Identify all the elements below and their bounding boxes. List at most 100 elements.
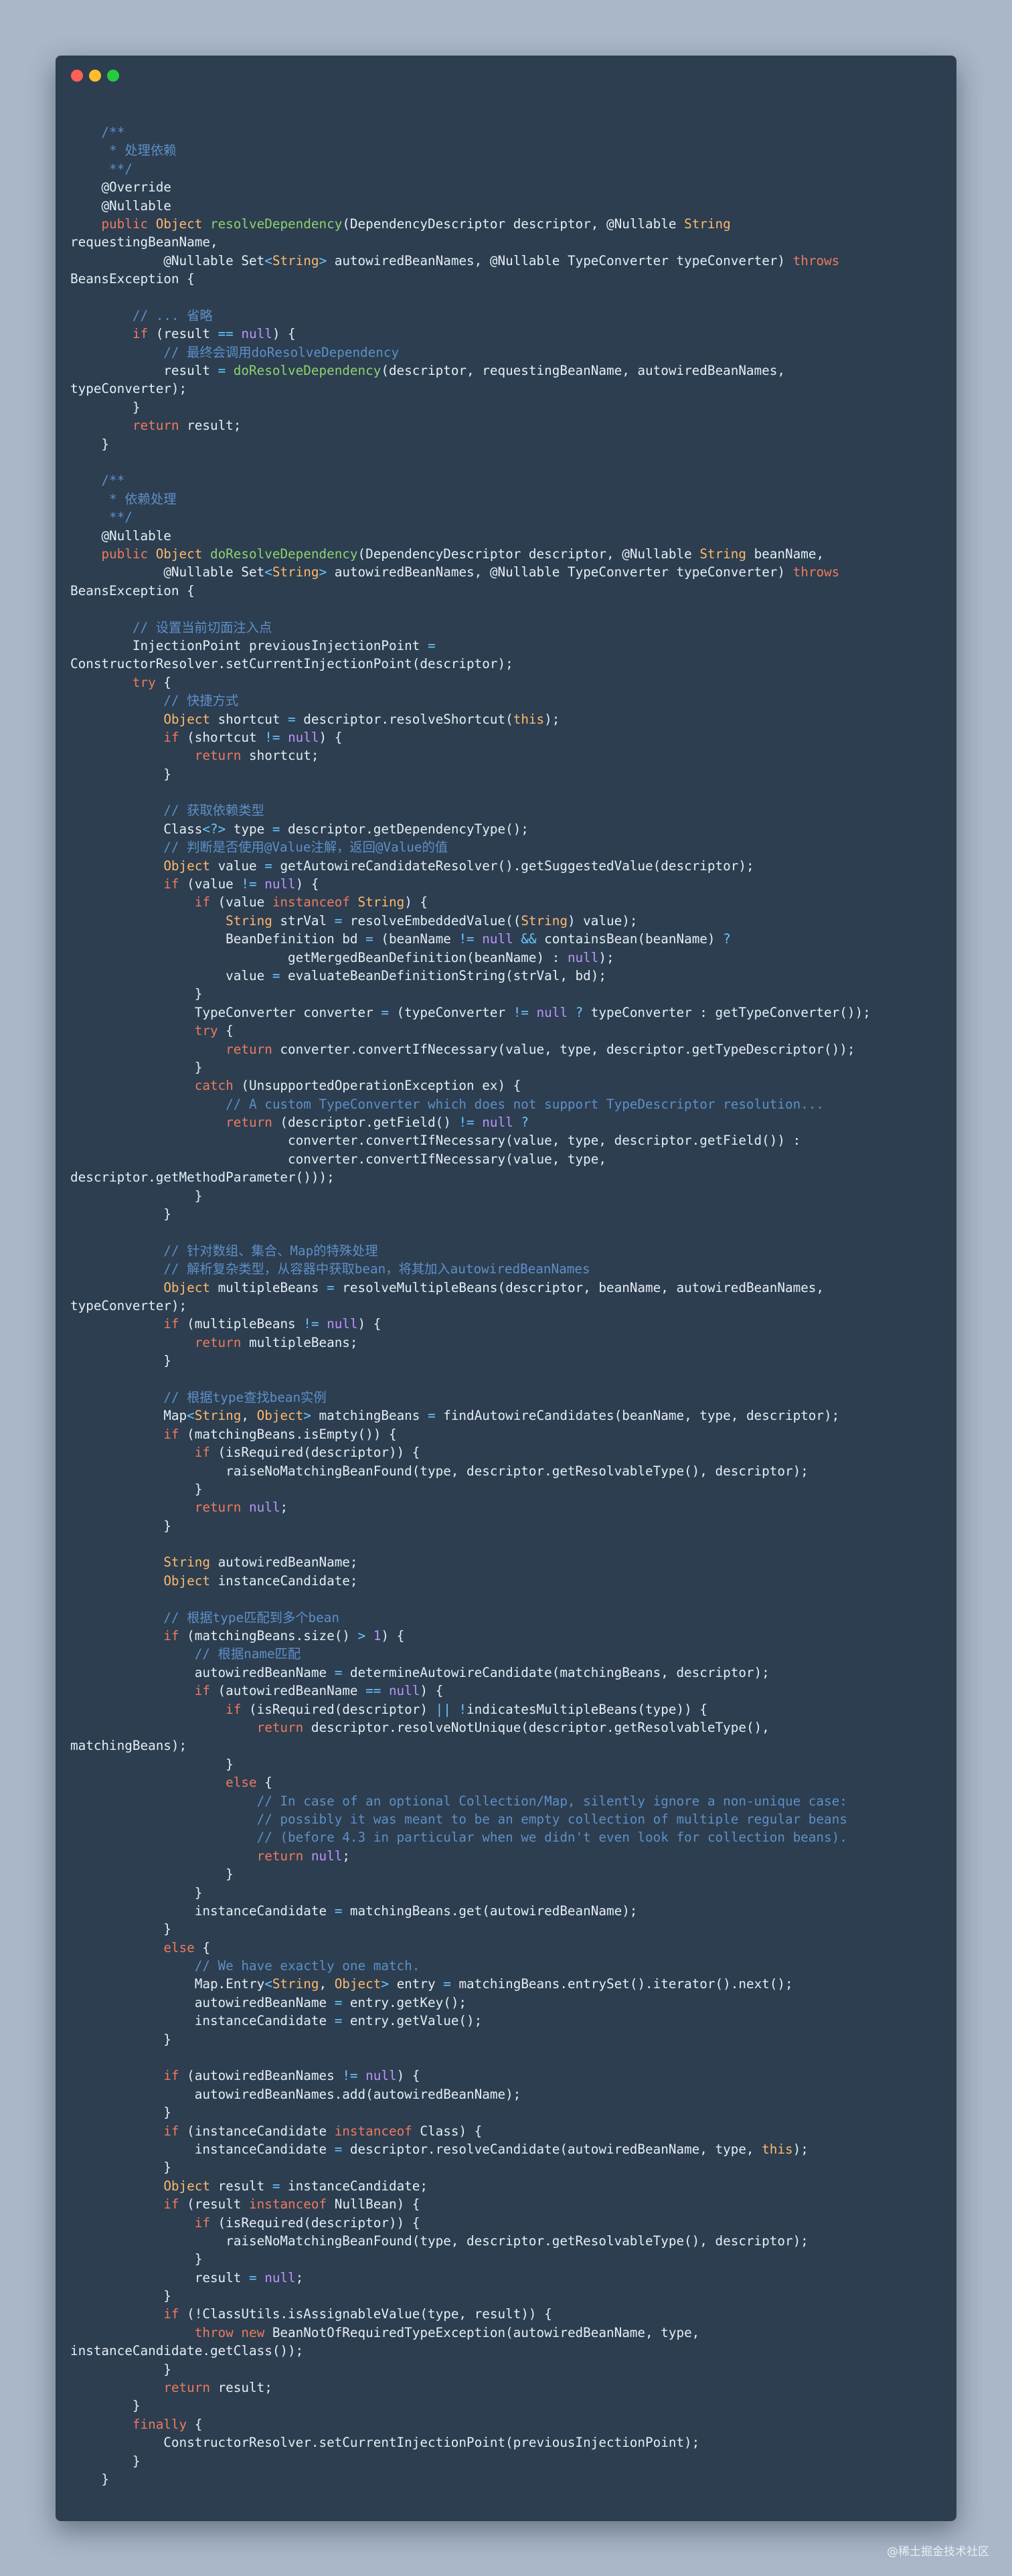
code-line: ConstructorResolver.setCurrentInjectionP…: [70, 2435, 700, 2451]
code-line: }: [70, 1921, 171, 1937]
code-line: if (autowiredBeanNames != null) {: [163, 2068, 420, 2084]
code-line: matchingBeans);: [70, 1738, 187, 1754]
code-window: /** * 处理依赖 **/ @Override @Nullable publi…: [56, 56, 956, 2521]
code-line: // A custom TypeConverter which does not…: [70, 1096, 825, 1112]
code-line: // 根据type查找bean实例: [70, 1389, 327, 1405]
code-line: autowiredBeanName = determineAutowireCan…: [70, 1664, 770, 1680]
code-line: autowiredBeanNames.add(autowiredBeanName…: [70, 2086, 521, 2102]
code-line: result = doResolveDependency(descriptor,…: [70, 363, 785, 379]
code-line: // 获取依赖类型: [70, 803, 264, 819]
code-line: value = evaluateBeanDefinitionString(str…: [70, 967, 606, 983]
code-line: if (result == null) {: [132, 326, 296, 342]
code-line: raiseNoMatchingBeanFound(type, descripto…: [70, 1463, 809, 1479]
window-titlebar: [56, 56, 956, 98]
code-line: if (result instanceof NullBean) {: [163, 2196, 420, 2212]
code-line: typeConverter);: [70, 381, 187, 397]
code-line: Object multipleBeans = resolveMultipleBe…: [163, 1279, 825, 1295]
close-window-icon[interactable]: [71, 70, 83, 82]
code-line: result = null;: [70, 2269, 304, 2285]
code-line: }: [70, 2251, 203, 2267]
code-line: }: [70, 1206, 171, 1222]
code-line: // 设置当前切面注入点: [70, 619, 272, 635]
maximize-window-icon[interactable]: [107, 70, 119, 82]
code-block: /** * 处理依赖 **/ @Override @Nullable publi…: [70, 123, 944, 2488]
code-line: BeansException {: [70, 582, 195, 598]
code-line: return multipleBeans;: [194, 1334, 358, 1350]
code-line: // 最终会调用doResolveDependency: [70, 344, 400, 360]
code-line: }: [70, 766, 171, 782]
code-line: return descriptor.resolveNotUnique(descr…: [256, 1719, 770, 1735]
code-line: // (before 4.3 in particular when we did…: [70, 1830, 847, 1846]
code-line: /**: [70, 473, 125, 489]
code-line: }: [70, 1481, 203, 1497]
code-line: if (matchingBeans.size() > 1) {: [163, 1628, 405, 1644]
code-line: if (matchingBeans.isEmpty()) {: [163, 1426, 397, 1442]
code-line: // 快捷方式: [70, 693, 239, 709]
code-line: }: [70, 2105, 171, 2121]
code-line: }: [70, 2288, 171, 2304]
code-line: else {: [226, 1775, 272, 1791]
code-line: if (shortcut != null) {: [163, 729, 343, 745]
code-line: return (descriptor.getField() != null ?: [226, 1115, 529, 1131]
code-line: Object instanceCandidate;: [163, 1573, 358, 1589]
code-line: }: [70, 1866, 234, 1882]
code-line: return null;: [194, 1500, 288, 1516]
code-line: return shortcut;: [194, 748, 319, 764]
code-line: // possibly it was meant to be an empty …: [70, 1811, 847, 1827]
code-line: // 根据name匹配: [70, 1646, 301, 1662]
code-line: // 根据type匹配到多个bean: [70, 1609, 339, 1625]
code-line: converter.convertIfNecessary(value, type…: [70, 1151, 606, 1167]
code-line: * 处理依赖: [70, 143, 177, 159]
code-line: }: [70, 2361, 171, 2377]
code-line: }: [70, 399, 141, 415]
code-line: return result;: [163, 2380, 272, 2396]
code-line: public Object resolveDependency(Dependen…: [101, 216, 731, 232]
code-line: try {: [132, 674, 171, 690]
code-line: throw new BeanNotOfRequiredTypeException…: [194, 2324, 700, 2340]
code-line: autowiredBeanName = entry.getKey();: [70, 1994, 467, 2010]
code-line: // 判断是否使用@Value注解，返回@Value的值: [70, 839, 448, 856]
code-line: instanceCandidate.getClass());: [70, 2343, 304, 2359]
code-line: @Override: [101, 179, 171, 195]
watermark-text: @稀土掘金技术社区: [887, 2545, 989, 2559]
code-line: if (instanceCandidate instanceof Class) …: [163, 2123, 483, 2139]
code-line: public Object doResolveDependency(Depend…: [101, 546, 825, 562]
code-line: @Nullable: [101, 528, 171, 544]
code-line: }: [70, 436, 110, 452]
code-line: Map.Entry<String, Object> entry = matchi…: [70, 1976, 793, 1992]
code-line: TypeConverter converter = (typeConverter…: [70, 1004, 871, 1020]
code-line: getMergedBeanDefinition(beanName) : null…: [70, 949, 614, 965]
code-line: String strVal = resolveEmbeddedValue((St…: [226, 912, 638, 929]
code-line: InjectionPoint previousInjectionPoint =: [70, 637, 436, 653]
code-line: }: [70, 1353, 171, 1369]
code-line: // ... 省略: [70, 307, 213, 323]
code-line: // 解析复杂类型，从容器中获取bean，将其加入autowiredBeanNa…: [70, 1261, 590, 1277]
code-line: // We have exactly one match.: [70, 1958, 420, 1974]
code-line: }: [70, 2031, 171, 2047]
code-line: }: [70, 986, 203, 1002]
code-line: @Nullable Set<String> autowiredBeanNames…: [163, 564, 840, 580]
code-line: descriptor.getMethodParameter()));: [70, 1170, 335, 1186]
minimize-window-icon[interactable]: [89, 70, 101, 82]
code-line: if (multipleBeans != null) {: [163, 1316, 382, 1332]
code-line: Object result = instanceCandidate;: [163, 2178, 428, 2194]
code-line: }: [70, 1884, 203, 1901]
code-line: String autowiredBeanName;: [163, 1554, 358, 1571]
code-line: // In case of an optional Collection/Map…: [70, 1793, 847, 1809]
code-line: }: [70, 2160, 171, 2176]
code-line: if (isRequired(descriptor) || !indicates…: [226, 1701, 707, 1717]
code-line: if (!ClassUtils.isAssignableValue(type, …: [163, 2306, 552, 2322]
code-line: else {: [163, 1939, 210, 1955]
code-line: ConstructorResolver.setCurrentInjectionP…: [70, 656, 513, 672]
code-line: catch (UnsupportedOperationException ex)…: [194, 1078, 521, 1094]
code-line: }: [70, 2472, 110, 2487]
code-line: /**: [70, 125, 125, 140]
code-line: }: [70, 1059, 203, 1075]
